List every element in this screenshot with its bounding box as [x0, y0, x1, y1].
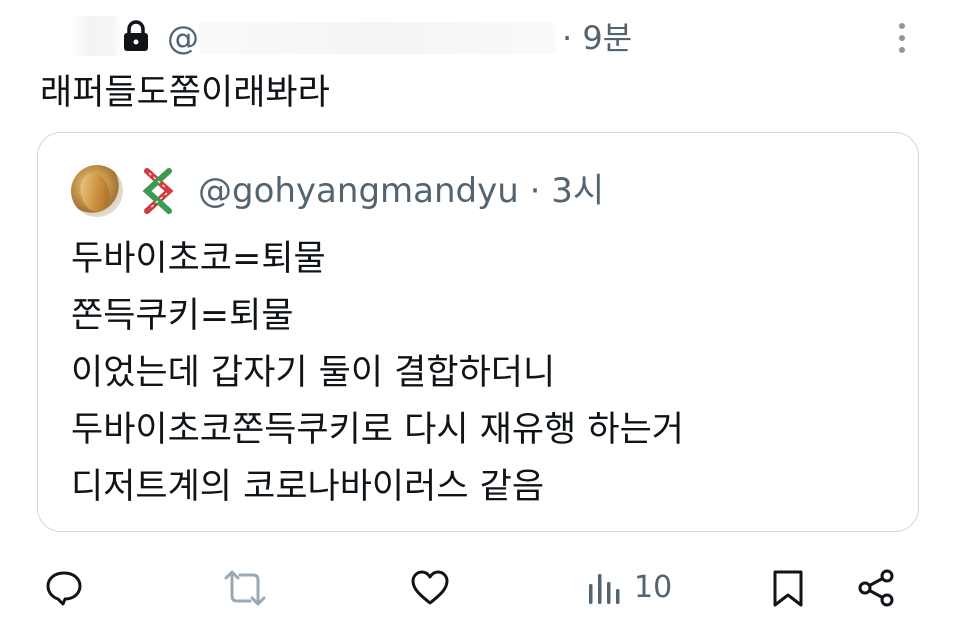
lock-icon: [124, 20, 148, 51]
bookmark-icon: [773, 570, 803, 607]
retweet-button[interactable]: [220, 560, 270, 616]
retweet-icon: [224, 570, 266, 606]
share-button[interactable]: [856, 560, 896, 616]
bookmark-button[interactable]: [770, 560, 806, 616]
redacted-display-name: [70, 16, 122, 56]
like-icon: [411, 570, 449, 605]
avatar-food-image: [75, 169, 115, 215]
quoted-text-line: 두바이초코쫀득쿠키로 다시 재유행 하는거: [71, 410, 684, 450]
quoted-timestamp: · 3시: [529, 171, 605, 211]
post-action-bar: 10: [0, 560, 953, 616]
views-button[interactable]: 10: [586, 560, 672, 616]
reply-icon: [46, 571, 82, 606]
share-icon: [858, 569, 894, 607]
knot-emoji-icon: [142, 168, 174, 214]
quoted-post-card[interactable]: @gohyangmandyu · 3시 두바이초코=퇴물 쫀득쿠키=퇴물 이었는…: [37, 132, 919, 532]
views-icon: [589, 574, 620, 604]
reply-button[interactable]: [44, 560, 84, 616]
post-timestamp[interactable]: · 9분: [562, 18, 632, 58]
more-options-icon[interactable]: [893, 20, 911, 56]
quoted-text-line: 쫀득쿠키=퇴물: [71, 296, 294, 336]
quoted-post-text: 두바이초코=퇴물 쫀득쿠키=퇴물 이었는데 갑자기 둘이 결합하더니 두바이초코…: [71, 231, 684, 516]
post-header: @ · 9분: [0, 0, 953, 70]
quoted-author-handle[interactable]: @gohyangmandyu · 3시: [198, 169, 604, 213]
quoted-handle-text: @gohyangmandyu: [198, 171, 519, 211]
post-text: 래퍼들도쫌이래봐라: [40, 73, 330, 113]
quoted-author-avatar[interactable]: [71, 165, 123, 217]
like-button[interactable]: [410, 560, 450, 616]
quoted-text-line: 이었는데 갑자기 둘이 결합하더니: [71, 353, 556, 393]
author-handle-prefix[interactable]: @: [167, 18, 199, 58]
redacted-handle: [198, 22, 556, 54]
views-count: 10: [634, 570, 673, 605]
quoted-text-line: 두바이초코=퇴물: [71, 239, 326, 279]
quoted-text-line: 디저트계의 코로나바이러스 같음: [71, 467, 545, 507]
